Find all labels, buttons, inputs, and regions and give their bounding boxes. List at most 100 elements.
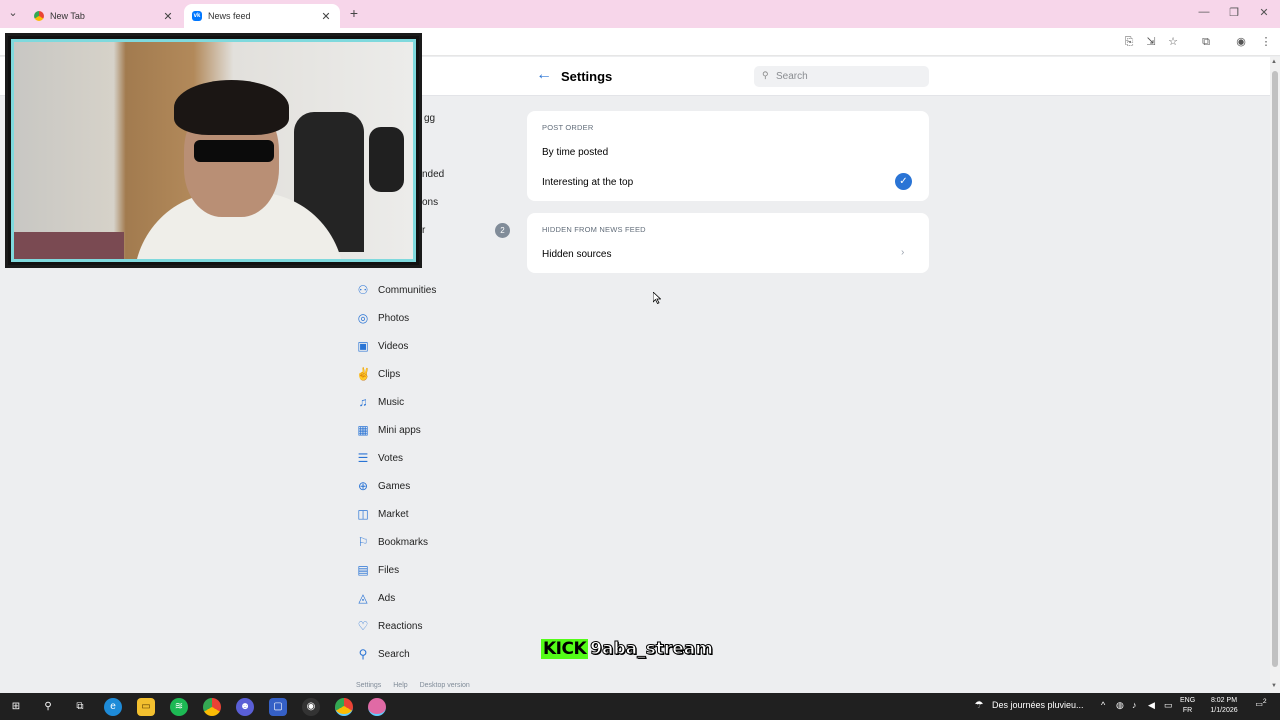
bookmark-star-icon[interactable]: ☆ [1165, 34, 1181, 50]
footer-link-settings[interactable]: Settings [356, 682, 381, 689]
menu-label: Bookmarks [378, 536, 429, 548]
mini-apps-icon: ▦ [357, 423, 369, 437]
file-explorer-icon[interactable]: ▭ [137, 698, 155, 716]
tab-new-tab[interactable]: New Tab ✕ [26, 4, 182, 28]
left-menu-item-ads[interactable]: ◬ Ads [356, 584, 516, 612]
vk-icon: vk [192, 11, 202, 21]
page-scrollbar[interactable]: ▲ ▼ [1270, 57, 1280, 693]
search-input[interactable] [776, 66, 924, 87]
search-icon[interactable]: ⚲ [39, 698, 57, 716]
left-menu-item-mini-apps[interactable]: ▦ Mini apps [356, 416, 516, 444]
header-search[interactable]: ⚲ [754, 66, 929, 87]
minimize-button[interactable]: — [1196, 6, 1212, 18]
footer-link-help[interactable]: Help [393, 682, 407, 689]
chrome-profile-icon[interactable] [335, 698, 353, 716]
left-menu-partial-label[interactable]: nded [422, 169, 444, 180]
tab-search-chevron-icon[interactable]: ⌄ [4, 6, 22, 22]
left-menu-item-games[interactable]: ⊕ Games [356, 472, 516, 500]
menu-label: Clips [378, 368, 401, 380]
webcam-video [11, 39, 416, 262]
footer-link-desktop-version[interactable]: Desktop version [420, 682, 470, 689]
spotify-icon[interactable]: ≋ [170, 698, 188, 716]
back-arrow-icon[interactable]: ← [536, 67, 552, 83]
extensions-icon[interactable]: ⧉ [1198, 34, 1214, 50]
hidden-sources-row[interactable]: Hidden sources [542, 249, 611, 260]
photos-icon: ◎ [357, 311, 369, 325]
reactions-icon: ♡ [357, 619, 369, 633]
menu-label: Market [378, 508, 409, 520]
close-tab-icon[interactable]: ✕ [162, 10, 174, 23]
language-indicator[interactable]: ENG FR [1180, 696, 1195, 716]
weather-icon[interactable]: ☂ [970, 697, 988, 715]
notification-count: 2 [1262, 698, 1267, 705]
files-icon: ▤ [357, 563, 369, 577]
left-menu-partial-label[interactable]: ons [422, 197, 438, 208]
new-tab-button[interactable]: + [346, 5, 362, 21]
page-title: Settings [561, 69, 613, 84]
search-icon: ⚲ [762, 70, 769, 80]
left-menu-item-photos[interactable]: ◎ Photos [356, 304, 516, 332]
left-menu-item-bookmarks[interactable]: ⚐ Bookmarks [356, 528, 516, 556]
chrome-active-icon[interactable] [368, 698, 386, 716]
browser-menu-icon[interactable]: ⋮ [1258, 34, 1274, 50]
scroll-thumb[interactable] [1272, 71, 1278, 667]
ads-icon: ◬ [358, 591, 368, 605]
edge-icon[interactable]: e [104, 698, 122, 716]
close-tab-icon[interactable]: ✕ [320, 10, 332, 23]
channel-name: 9aba_stream [590, 639, 714, 660]
windows-taskbar: ⊞ ⚲ ⧉ e ▭ ≋ ☻ ▢ ◉ ☂ Des journées pluvieu… [0, 693, 1280, 720]
left-menu-item-search[interactable]: ⚲ Search [356, 640, 516, 668]
menu-label: Games [378, 480, 411, 492]
obs-icon[interactable]: ◉ [302, 698, 320, 716]
browser-tab-strip: ⌄ New Tab ✕ vk News feed ✕ + — ❐ ✕ [0, 0, 1280, 28]
remote-desktop-icon[interactable]: ▢ [269, 698, 287, 716]
tab-news-feed[interactable]: vk News feed ✕ [184, 4, 340, 28]
clips-icon: ✌ [356, 367, 371, 381]
kick-logo: KICK [541, 639, 589, 659]
chrome-icon[interactable] [203, 698, 221, 716]
menu-label: Reactions [378, 620, 423, 632]
left-menu-item-clips[interactable]: ✌ Clips [356, 360, 516, 388]
microphone-icon[interactable]: ♪ [1132, 700, 1137, 710]
footer-links: Settings Help Desktop version [356, 682, 480, 689]
stream-watermark: KICK 9aba_stream [541, 638, 715, 660]
discord-icon[interactable]: ☻ [236, 698, 254, 716]
menu-label: Ads [378, 592, 396, 604]
maximize-button[interactable]: ❐ [1226, 6, 1242, 19]
install-app-icon[interactable]: ⇲ [1143, 34, 1159, 50]
weather-text[interactable]: Des journées pluvieu... [992, 700, 1084, 710]
left-menu-item-market[interactable]: ◫ Market [356, 500, 516, 528]
translate-icon[interactable]: ⎘ [1121, 34, 1137, 50]
task-view-icon[interactable]: ⧉ [71, 698, 89, 716]
left-menu-item-music[interactable]: ♫ Music [356, 388, 516, 416]
network-icon[interactable]: ▭ [1164, 700, 1173, 711]
count-badge: 2 [495, 223, 510, 238]
left-menu-item-videos[interactable]: ▣ Videos [356, 332, 516, 360]
option-interesting-at-top[interactable]: Interesting at the top [542, 177, 633, 188]
menu-label: Search [378, 648, 410, 660]
left-menu-item-communities[interactable]: ⚇ Communities [356, 276, 516, 304]
post-order-heading: POST ORDER [542, 123, 594, 132]
notification-icon[interactable]: ▭2 [1252, 698, 1270, 714]
menu-label: Music [378, 396, 405, 408]
scroll-down-icon[interactable]: ▼ [1271, 683, 1277, 689]
left-menu-item-files[interactable]: ▤ Files [356, 556, 516, 584]
option-by-time-posted[interactable]: By time posted [542, 147, 608, 158]
tray-app-icon[interactable]: ◍ [1116, 700, 1124, 711]
left-menu-partial-label[interactable]: gg [424, 113, 435, 124]
bookmarks-icon: ⚐ [357, 535, 369, 549]
music-icon: ♫ [358, 395, 368, 409]
left-menu-partial-label[interactable]: r [422, 225, 425, 236]
webcam-overlay [5, 33, 422, 268]
volume-icon[interactable]: ◀ [1148, 700, 1155, 711]
menu-label: Photos [378, 312, 410, 324]
left-menu-item-reactions[interactable]: ♡ Reactions [356, 612, 516, 640]
windows-start-icon[interactable]: ⊞ [7, 698, 25, 716]
close-window-button[interactable]: ✕ [1256, 6, 1272, 19]
scroll-up-icon[interactable]: ▲ [1271, 59, 1277, 65]
left-menu-item-votes[interactable]: ☰ Votes [356, 444, 516, 472]
profile-icon[interactable]: ◉ [1233, 34, 1249, 50]
tray-expand-icon[interactable]: ^ [1101, 700, 1105, 710]
webcam-sunglasses [194, 140, 274, 162]
clock[interactable]: 8:02 PM 1/1/2026 [1205, 696, 1243, 716]
